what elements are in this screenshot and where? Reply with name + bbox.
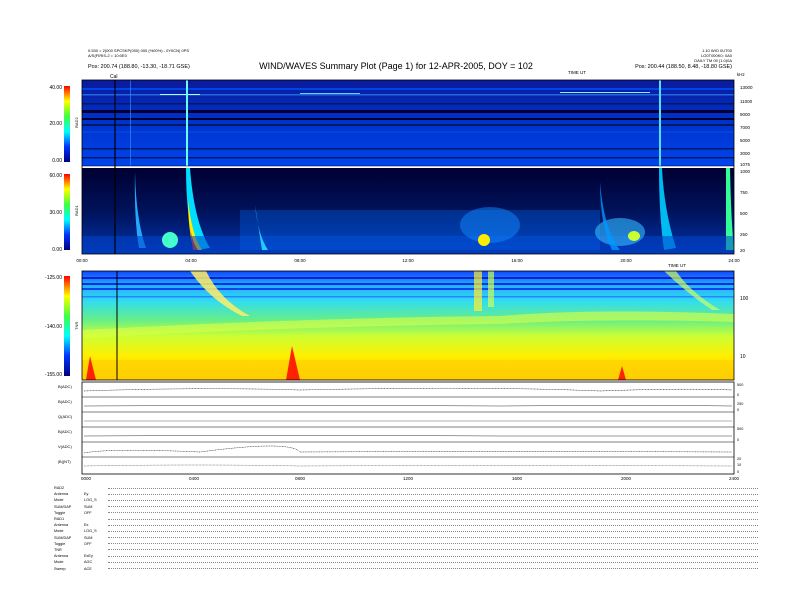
settings-value: ExEy [84,554,93,559]
time-tick: 1600 [512,476,523,481]
line-panel-labels: B(ADC) B(ADC) Q(ADC) B(ADC) V(ADC) |B|(N… [58,384,73,464]
rad2-freq-tick: 1075 [740,162,751,167]
tnr-right-axis: 100 10 [740,296,749,360]
settings-key: Antenna [54,554,69,559]
panel-tick: 0 [737,470,739,474]
settings-value: Ex [84,523,89,528]
series-label: |B|(NT) [58,459,71,464]
settings-key: Sweep [54,566,66,571]
series-label: V(ADC) [58,444,72,449]
rad2-unit: kHz [737,72,745,77]
tnr-cbar-tick: -140.00 [45,324,62,330]
time-tick: 0400 [189,476,200,481]
rad1-colorbar [64,174,70,250]
rad2-colorbar [64,86,70,162]
settings-key: SUM/DAP [54,504,72,509]
rad2-freq-tick: 13000 [740,85,753,90]
settings-value: AGC [84,560,93,565]
time-tick: 16:00 [511,258,523,263]
time-tick: 20:00 [620,258,632,263]
settings-key: SUM/DAP [54,535,72,540]
tnr-freq-tick: 100 [740,296,749,302]
tnr-colorbar [64,276,70,376]
settings-value: LOG_S [84,498,97,503]
settings-value: LOG_S [84,529,97,534]
settings-value: SUM [84,504,93,509]
time-tick: 1200 [403,476,414,481]
settings-key: Toggle [54,510,66,515]
rad2-cbar-tick: 20.00 [49,121,62,127]
settings-key: Toggle [54,541,66,546]
rad2-freq-tick: 7000 [740,125,751,130]
settings-key: Mode [54,529,64,534]
settings-value: OFF [84,541,92,546]
time-tick: 0000 [81,476,92,481]
panel-tick: 0 [737,438,739,442]
rad2-cbar-tick: 40.00 [49,85,62,91]
settings-key: Antenna [54,523,69,528]
time-tick: 00:00 [76,258,88,263]
tnr-freq-tick: 10 [740,354,746,360]
rad1-cbar-tick: 0.00 [52,247,62,253]
panel-tick: 20 [737,457,741,461]
rad1-cbar-tick: 60.00 [49,173,62,179]
time-tick: 2000 [621,476,632,481]
rad2-freq-tick: 11000 [740,99,753,104]
rad2-freq-tick: 5000 [740,138,751,143]
settings-key: Mode [54,560,64,565]
tnr-ylabel: TNR [74,322,79,330]
panel-tick: 500 [737,383,743,387]
rad2-ylabel: RAD2 [74,117,79,128]
rad1-ylabel: RAD1 [74,205,79,216]
settings-row: Sweep ACE [54,565,758,571]
rad1-right-axis: 1000 750 500 250 20 [740,169,751,253]
time-tick: 24:00 [728,258,740,263]
tnr-cbar-tick: -125.00 [45,275,62,281]
panel-tick: 500 [737,427,743,431]
line-panel-right-axis: 500 0 250 0 500 0 20 10 0 [737,383,743,474]
settings-key: RAD2 [54,486,65,491]
panel-tick: 250 [737,402,743,406]
series-label: B(ADC) [58,429,72,434]
rad2-freq-tick: 3000 [740,151,751,156]
settings-key: TNR [54,547,62,552]
time-unit-label-2: TIME UT [668,263,686,268]
rad1-freq-tick: 750 [740,190,748,195]
cal-label: Cal [110,74,118,80]
time-tick: 08:00 [294,258,306,263]
settings-value: SUM [84,535,93,540]
series-label: B(ADC) [58,399,72,404]
instrument-settings-table: RAD2 Antenna Ey Mode LOG_S SUM/DAP SUM Togg… [54,485,758,572]
rad1-cbar-tick: 30.00 [49,210,62,216]
rad1-freq-tick: 250 [740,232,748,237]
settings-key: Antenna [54,492,69,497]
time-tick: 04:00 [185,258,197,263]
tnr-cbar-tick: -155.00 [45,372,62,378]
rad2-right-axis: kHz 13000 11000 9000 7000 5000 3000 1075 [737,72,753,167]
panel-tick: 10 [737,463,741,467]
time-tick: 12:00 [402,258,414,263]
settings-value: OFF [84,510,92,515]
time-tick: 2400 [729,476,740,481]
time-unit-label: TIME UT [568,70,586,75]
panel-tick: 0 [737,408,739,412]
settings-value: Ey [84,492,89,497]
settings-key: Mode [54,498,64,503]
rad1-freq-tick: 20 [740,248,746,253]
time-tick: 0800 [295,476,306,481]
settings-value: ACE [84,566,92,571]
series-label: Q(ADC) [58,414,73,419]
series-label: B(ADC) [58,384,72,389]
rad1-freq-tick: 1000 [740,169,751,174]
rad2-cbar-tick: 0.00 [52,158,62,164]
panel-tick: 0 [737,393,739,397]
rad1-freq-tick: 500 [740,211,748,216]
rad2-freq-tick: 9000 [740,112,751,117]
line-panels [81,381,735,475]
settings-key: RAD1 [54,517,65,522]
bottom-time-axis: 0000 0400 0800 1200 1600 2000 2400 [81,476,740,481]
